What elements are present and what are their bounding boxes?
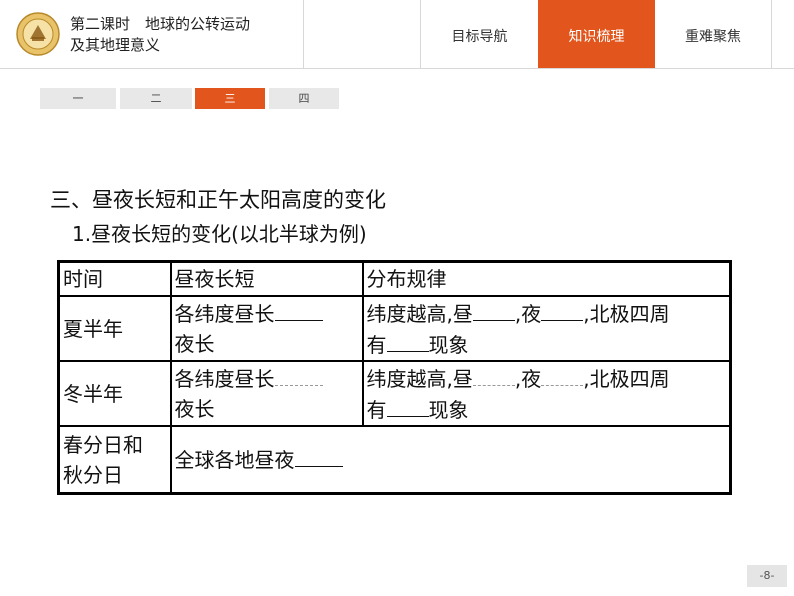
cell-text: 现象 bbox=[428, 397, 469, 422]
length-cell: 各纬度昼长 夜长 bbox=[169, 295, 364, 363]
answer-blank[interactable] bbox=[274, 298, 323, 322]
lesson-title: 第二课时 地球的公转运动 及其地理意义 bbox=[70, 14, 310, 56]
equinox-cell: 全球各地昼夜 bbox=[169, 425, 732, 495]
answer-blank[interactable] bbox=[472, 363, 515, 386]
answer-blank[interactable] bbox=[294, 444, 343, 468]
table-row: 夏半年 各纬度昼长 夜长 纬度越高,昼 ,夜 ,北极四周 有 现象 bbox=[57, 295, 732, 363]
cell-text: ,夜 bbox=[514, 366, 542, 391]
answer-blank[interactable] bbox=[541, 363, 584, 386]
cell-text: 有 bbox=[366, 332, 387, 357]
table-row: 冬半年 各纬度昼长 夜长 纬度越高,昼 ,夜 ,北极四周 有 现象 bbox=[57, 360, 732, 428]
cell-text: ,夜 bbox=[514, 301, 542, 326]
cell-text: 春分日和 bbox=[63, 432, 143, 457]
cell-text: 夜长 bbox=[174, 397, 215, 422]
subtab-3[interactable]: 三 bbox=[195, 88, 265, 109]
table-header-row: 时间 昼夜长短 分布规律 bbox=[57, 260, 732, 298]
length-cell: 各纬度昼长 夜长 bbox=[169, 360, 364, 428]
nav-tab-key-points[interactable]: 重难聚焦 bbox=[655, 0, 771, 68]
answer-blank[interactable] bbox=[386, 329, 429, 352]
lesson-title-line1: 第二课时 地球的公转运动 bbox=[70, 15, 251, 33]
header-bar: 第二课时 地球的公转运动 及其地理意义 目标导航 知识梳理 重难聚焦 bbox=[0, 0, 794, 69]
table-header-cell: 分布规律 bbox=[361, 260, 732, 298]
cell-text: 有 bbox=[366, 397, 387, 422]
rule-cell: 纬度越高,昼 ,夜 ,北极四周 有 现象 bbox=[361, 360, 732, 428]
day-night-table: 时间 昼夜长短 分布规律 夏半年 各纬度昼长 夜长 纬度越高,昼 ,夜 ,北极四周 … bbox=[57, 260, 732, 495]
cell-text: 夜长 bbox=[174, 332, 215, 357]
cell-text: ,北极四周 bbox=[583, 366, 670, 391]
answer-blank[interactable] bbox=[541, 298, 584, 321]
divider bbox=[771, 0, 772, 68]
answer-blank[interactable] bbox=[386, 394, 429, 417]
section-heading: 三、昼夜长短和正午太阳高度的变化 bbox=[50, 188, 386, 212]
nav-tab-knowledge[interactable]: 知识梳理 bbox=[538, 0, 655, 68]
divider bbox=[303, 0, 304, 68]
nav-tab-goals[interactable]: 目标导航 bbox=[421, 0, 538, 68]
cell-text: 现象 bbox=[428, 332, 469, 357]
rule-cell: 纬度越高,昼 ,夜 ,北极四周 有 现象 bbox=[361, 295, 732, 363]
table-header-cell: 昼夜长短 bbox=[169, 260, 364, 298]
cell-text: ,北极四周 bbox=[583, 301, 670, 326]
cell-text: 秋分日 bbox=[63, 462, 123, 487]
time-cell: 春分日和 秋分日 bbox=[57, 425, 172, 495]
page-number: -8- bbox=[747, 565, 787, 587]
table-row: 春分日和 秋分日 全球各地昼夜 bbox=[57, 425, 732, 495]
cell-text: 纬度越高,昼 bbox=[366, 301, 473, 326]
answer-blank[interactable] bbox=[472, 298, 515, 321]
cell-text: 全球各地昼夜 bbox=[174, 448, 295, 473]
subtab-2[interactable]: 二 bbox=[120, 88, 192, 109]
lesson-title-line2: 及其地理意义 bbox=[70, 36, 161, 54]
subtab-1[interactable]: 一 bbox=[40, 88, 116, 109]
subtab-4[interactable]: 四 bbox=[269, 88, 339, 109]
school-emblem-icon bbox=[16, 12, 60, 56]
cell-text: 各纬度昼长 bbox=[174, 302, 275, 327]
time-cell: 夏半年 bbox=[57, 295, 172, 363]
table-header-cell: 时间 bbox=[57, 260, 172, 298]
time-cell: 冬半年 bbox=[57, 360, 172, 428]
cell-text: 各纬度昼长 bbox=[174, 367, 275, 392]
answer-blank[interactable] bbox=[274, 363, 323, 387]
section-subheading: 1.昼夜长短的变化(以北半球为例) bbox=[72, 222, 367, 246]
cell-text: 纬度越高,昼 bbox=[366, 366, 473, 391]
